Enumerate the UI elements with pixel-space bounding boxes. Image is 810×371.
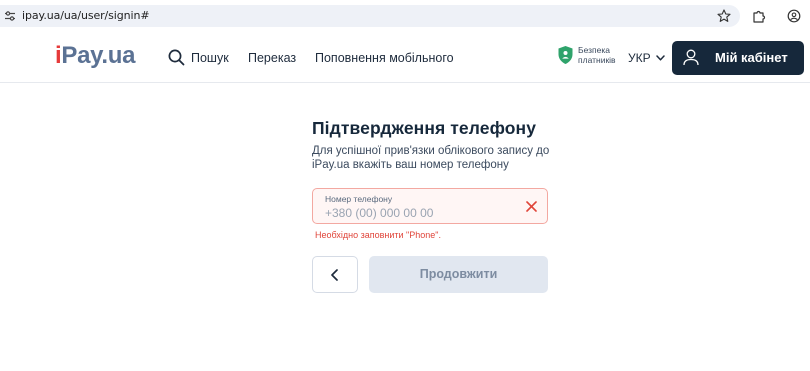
- user-icon: [683, 49, 699, 66]
- phone-field-label: Номер телефону: [325, 194, 393, 204]
- profile-icon[interactable]: [787, 9, 801, 23]
- safety-text: Безпека платників: [578, 45, 616, 65]
- url-text[interactable]: ipay.ua/ua/user/signin#: [22, 9, 150, 22]
- nav-search-label: Пошук: [191, 50, 229, 65]
- phone-input[interactable]: [325, 205, 515, 221]
- phone-error-message: Необхідно заповнити "Phone".: [315, 230, 441, 240]
- shield-icon: [558, 46, 573, 64]
- search-icon: [168, 49, 185, 66]
- my-cabinet-button[interactable]: Мій кабінет: [672, 41, 804, 75]
- phone-field[interactable]: Номер телефону: [312, 188, 548, 224]
- nav-topup-mobile[interactable]: Поповнення мобільного: [315, 51, 454, 65]
- safety-line-1: Безпека: [578, 45, 610, 55]
- clear-icon[interactable]: [526, 201, 537, 212]
- site-header: iPay.ua Пошук Переказ Поповнення мобільн…: [0, 32, 810, 83]
- star-icon[interactable]: [717, 9, 731, 23]
- nav-transfer[interactable]: Переказ: [248, 51, 296, 65]
- page-title: Підтвердження телефону: [312, 118, 537, 138]
- language-label: УКР: [628, 51, 651, 65]
- browser-chrome: ipay.ua/ua/user/signin#: [0, 0, 810, 32]
- page-description: Для успішної прив'язки облікового запису…: [312, 145, 550, 171]
- payer-safety-link[interactable]: Безпека платників: [557, 45, 616, 65]
- tune-icon[interactable]: [4, 10, 16, 22]
- extensions-icon[interactable]: [752, 9, 766, 23]
- logo-rest: Pay.ua: [61, 42, 136, 69]
- safety-line-2: платників: [578, 55, 616, 65]
- back-button[interactable]: [312, 256, 358, 293]
- address-bar[interactable]: ipay.ua/ua/user/signin#: [0, 5, 740, 27]
- continue-label: Продовжити: [419, 267, 498, 281]
- my-cabinet-label: Мій кабінет: [715, 50, 788, 65]
- ipay-logo[interactable]: iPay.ua: [55, 42, 135, 70]
- language-selector[interactable]: УКР: [628, 51, 665, 65]
- chevron-down-icon: [655, 55, 665, 61]
- nav-search[interactable]: Пошук: [168, 49, 229, 66]
- back-arrow-icon: [331, 269, 338, 281]
- continue-button[interactable]: Продовжити: [369, 256, 548, 293]
